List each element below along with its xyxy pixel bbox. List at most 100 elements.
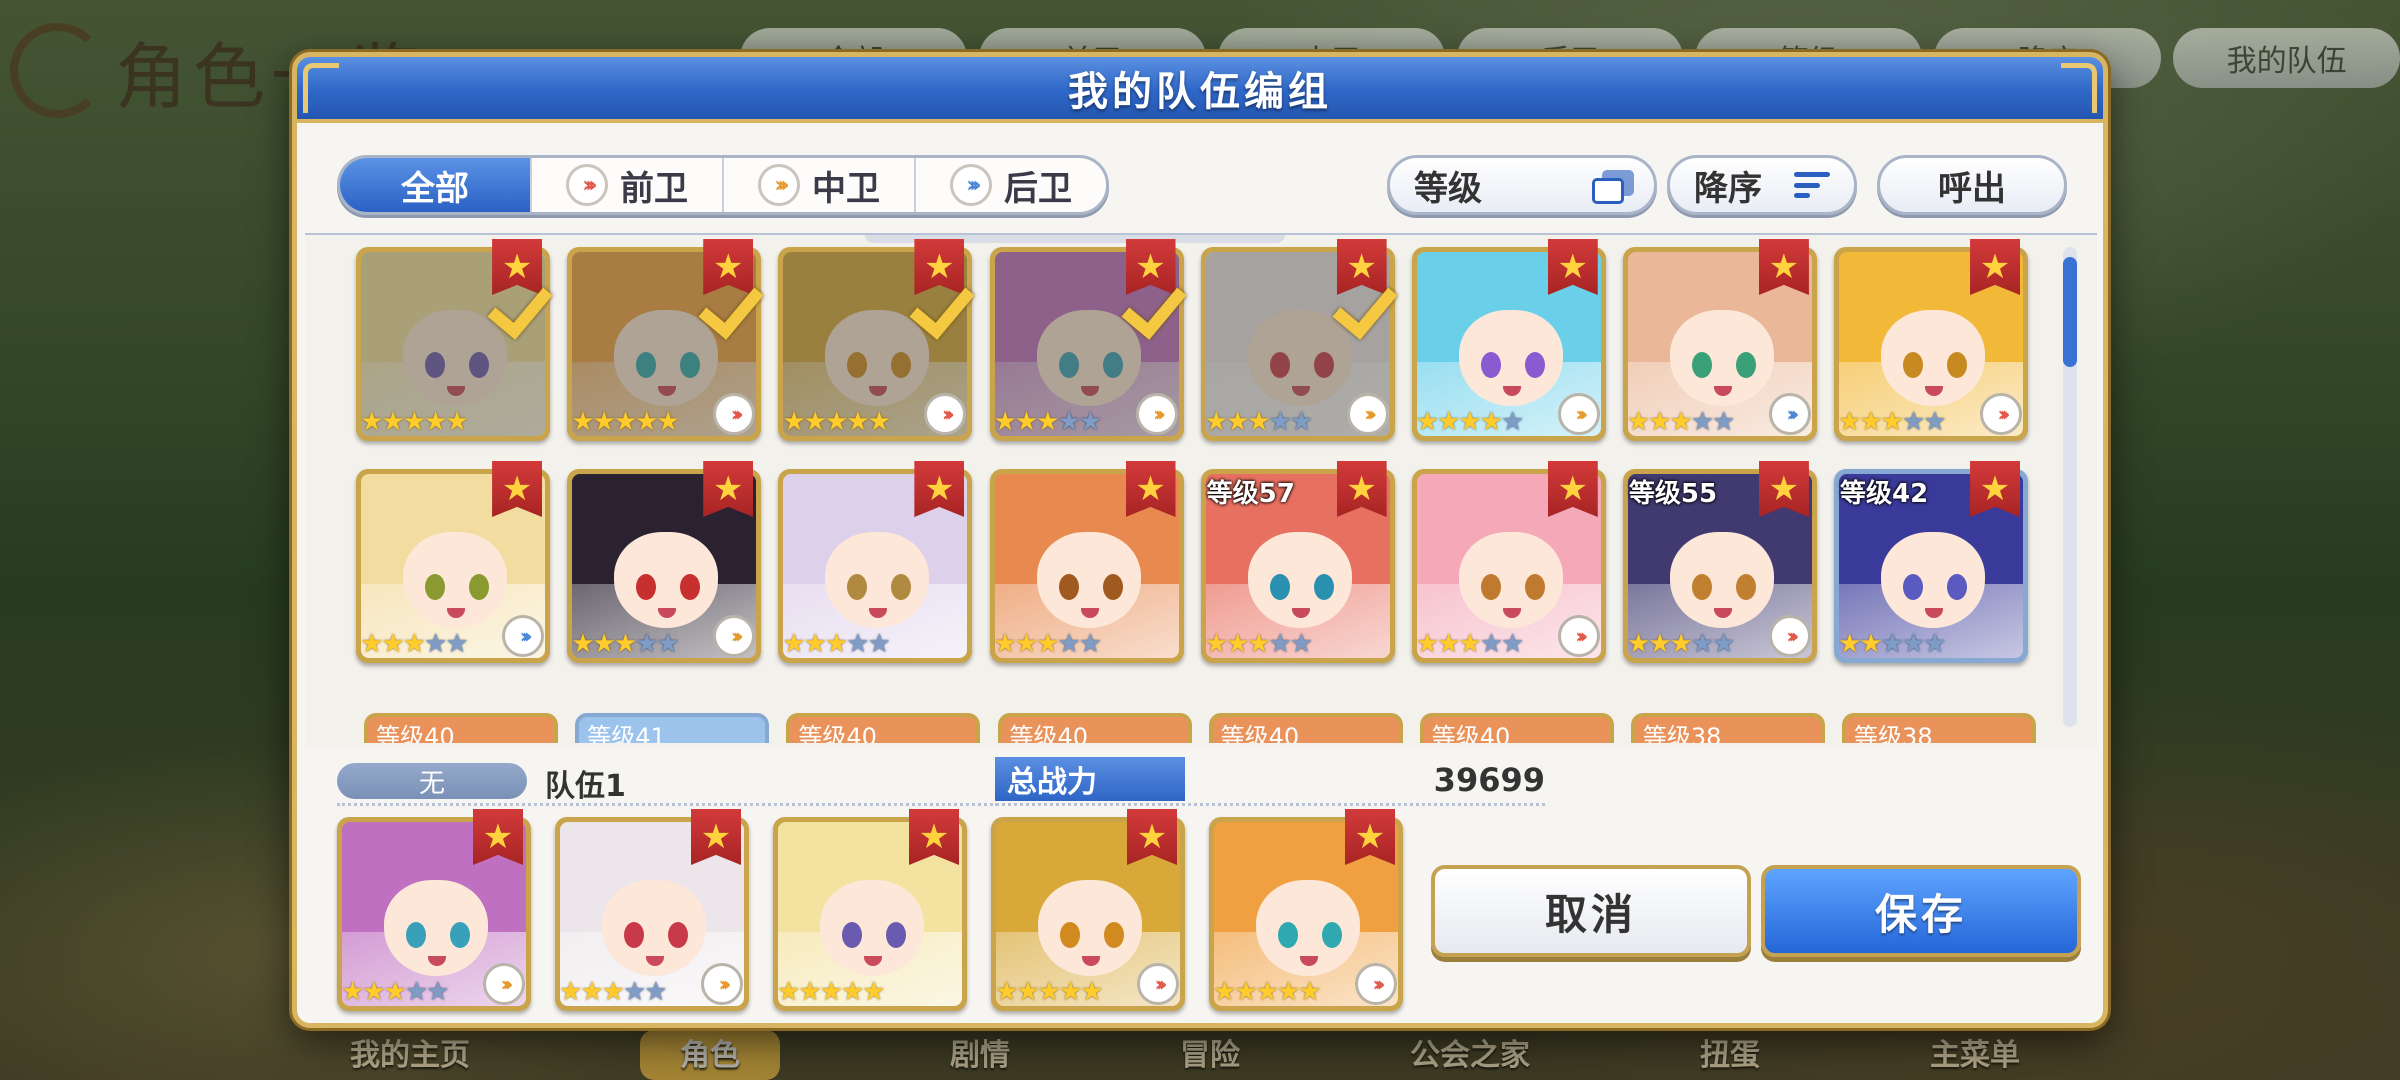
callout-button[interactable]: 呼出 xyxy=(1877,155,2067,215)
roster-character-card[interactable]: ★ ★ ★ ★ ★ ★ ››› xyxy=(1411,239,1606,441)
roster-character-card[interactable]: ★ 等级55 ★ ★ ★ ★ ★ ››› xyxy=(1622,461,1817,663)
star-icon: ★ xyxy=(867,629,891,659)
roster-scroll-thumb[interactable] xyxy=(2063,257,2077,367)
star-icon: ★ xyxy=(777,977,800,1007)
star-icon: ★ xyxy=(803,629,827,659)
selected-check-icon xyxy=(488,273,568,323)
star-icon: ★ xyxy=(571,629,594,659)
ribbon-star-icon: ★ xyxy=(1979,247,2011,287)
roster-character-card-partial[interactable]: 等级40 xyxy=(364,713,559,743)
character-roster-grid[interactable]: 等级40 等级41 等级40 等级40 等级40 等级40 等级38 等级38 ★ ★ ★ ★ ★ ★ ★… xyxy=(305,233,2097,747)
ribbon-star-icon: ★ xyxy=(924,469,955,509)
roster-character-card-partial[interactable]: 等级40 xyxy=(786,713,981,743)
portrait-eye xyxy=(847,352,868,378)
tab-front[interactable]: ››› 前卫 xyxy=(532,158,724,212)
roster-character-card-partial[interactable]: 等级40 xyxy=(1208,713,1403,743)
tab-back[interactable]: ››› 后卫 xyxy=(916,158,1106,212)
star-icon: ★ xyxy=(1626,629,1650,659)
star-rating: ★ ★ ★ ★ ★ xyxy=(1415,629,1525,659)
team-member-card[interactable]: ★ ★ ★ ★ ★ ★ ››› xyxy=(555,809,749,1011)
mid-role-icon: ››› xyxy=(483,963,525,1005)
background-nav-item: 扭蛋 xyxy=(1700,1038,1760,1073)
star-icon: ★ xyxy=(1057,407,1080,437)
star-icon: ★ xyxy=(803,407,827,437)
tab-label: 中卫 xyxy=(812,168,880,209)
star-icon: ★ xyxy=(580,977,603,1007)
mid-role-icon: ››› xyxy=(1135,393,1178,435)
star-icon: ★ xyxy=(426,977,449,1007)
total-power-value: 39699 xyxy=(1433,761,1545,799)
roster-character-card[interactable]: ★ 等级42 ★ ★ ★ ★ ★ xyxy=(1834,461,2029,663)
save-button[interactable]: 保存 xyxy=(1761,865,2081,957)
star-icon: ★ xyxy=(1479,407,1503,437)
star-icon: ★ xyxy=(1648,629,1671,659)
roster-character-card[interactable]: ★ ★ ★ ★ ★ ★ ››› xyxy=(1834,239,2029,441)
star-rating: ★ ★ ★ ★ ★ xyxy=(1838,407,1947,437)
team-member-card[interactable]: ★ ★ ★ ★ ★ ★ ››› xyxy=(1209,809,1403,1011)
star-icon: ★ xyxy=(341,977,364,1007)
sort-field-button[interactable]: 等级 xyxy=(1387,155,1657,215)
star-icon: ★ xyxy=(1204,407,1228,437)
front-role-icon: ››› xyxy=(1980,393,2023,435)
roster-character-card[interactable]: ★ ★ ★ ★ ★ ★ ››› xyxy=(778,239,973,441)
roster-character-card-partial[interactable]: 等级38 xyxy=(1842,713,2037,743)
star-icon: ★ xyxy=(559,977,582,1007)
star-rating: ★ ★ ★ ★ ★ xyxy=(1627,407,1736,437)
portrait-face xyxy=(1036,310,1141,406)
cancel-button[interactable]: 取消 xyxy=(1431,865,1751,957)
portrait-eye xyxy=(842,922,862,948)
stack-icon xyxy=(1592,170,1634,204)
roster-character-card[interactable]: ★ ★ ★ ★ ★ ★ ››› xyxy=(567,239,762,441)
star-icon: ★ xyxy=(424,629,447,659)
roster-character-card[interactable]: ★ ★ ★ ★ ★ ★ xyxy=(356,239,551,441)
team-member-card[interactable]: ★ ★ ★ ★ ★ ★ xyxy=(773,809,967,1011)
portrait-eye xyxy=(406,922,426,948)
team-member-card[interactable]: ★ ★ ★ ★ ★ ★ ››› xyxy=(991,809,1185,1011)
roster-character-card[interactable]: ★ ★ ★ ★ ★ ★ ››› xyxy=(989,239,1184,441)
roster-character-card[interactable]: ★ ★ ★ ★ ★ ★ ››› xyxy=(1622,239,1817,441)
roster-character-card[interactable]: ★ ★ ★ ★ ★ ★ ››› xyxy=(356,461,551,663)
sort-order-label: 降序 xyxy=(1694,168,1762,209)
star-icon: ★ xyxy=(1690,407,1714,437)
roster-character-card[interactable]: ★ ★ ★ ★ ★ ★ xyxy=(778,461,973,663)
selected-check-icon xyxy=(910,273,990,323)
roster-character-card[interactable]: ★ ★ ★ ★ ★ ★ ››› xyxy=(1200,239,1395,441)
tab-all[interactable]: 全部 xyxy=(340,158,532,212)
star-icon: ★ xyxy=(846,629,869,659)
roster-character-card[interactable]: ★ ★ ★ ★ ★ ★ xyxy=(989,461,1184,663)
roster-character-card[interactable]: ★ ★ ★ ★ ★ ★ ››› xyxy=(567,461,762,663)
swirl-logo-icon xyxy=(10,22,105,118)
front-role-icon: ››› xyxy=(1355,963,1397,1005)
background-nav-item: 冒险 xyxy=(1180,1038,1240,1073)
roster-character-card[interactable]: ★ ★ ★ ★ ★ ★ ››› xyxy=(1411,461,1606,663)
roster-character-card-partial[interactable]: 等级41 xyxy=(575,713,770,743)
star-rating: ★ ★ ★ ★ ★ xyxy=(1838,629,1947,659)
team-member-card[interactable]: ★ ★ ★ ★ ★ ★ ››› xyxy=(337,809,531,1011)
star-icon: ★ xyxy=(1415,629,1439,659)
roster-character-card-partial[interactable]: 等级40 xyxy=(1419,713,1614,743)
portrait-face xyxy=(614,310,719,406)
star-icon: ★ xyxy=(1859,629,1882,659)
star-icon: ★ xyxy=(1234,977,1257,1007)
star-icon: ★ xyxy=(1057,629,1080,659)
star-icon: ★ xyxy=(404,977,428,1007)
star-icon: ★ xyxy=(1058,977,1082,1007)
star-rating: ★ ★ ★ ★ ★ xyxy=(777,977,886,1007)
team-name[interactable]: 队伍1 xyxy=(545,761,626,805)
star-rating: ★ ★ ★ ★ ★ xyxy=(995,977,1104,1007)
tab-mid[interactable]: ››› 中卫 xyxy=(724,158,916,212)
portrait-eye xyxy=(1735,352,1756,378)
sort-order-button[interactable]: 降序 xyxy=(1667,155,1857,215)
background-nav-item: 角色 xyxy=(640,1030,780,1080)
roster-scrollbar[interactable] xyxy=(2063,247,2077,727)
star-icon: ★ xyxy=(1712,407,1735,437)
roster-character-card[interactable]: ★ 等级57 ★ ★ ★ ★ ★ xyxy=(1200,461,1395,663)
star-icon: ★ xyxy=(1669,629,1693,659)
star-icon: ★ xyxy=(1247,407,1270,437)
roster-character-card-partial[interactable]: 等级38 xyxy=(1630,713,1825,743)
portrait-eye xyxy=(1480,574,1501,600)
star-icon: ★ xyxy=(862,977,885,1007)
star-icon: ★ xyxy=(1037,977,1061,1007)
roster-character-card-partial[interactable]: 等级40 xyxy=(997,713,1192,743)
star-icon: ★ xyxy=(424,407,447,437)
